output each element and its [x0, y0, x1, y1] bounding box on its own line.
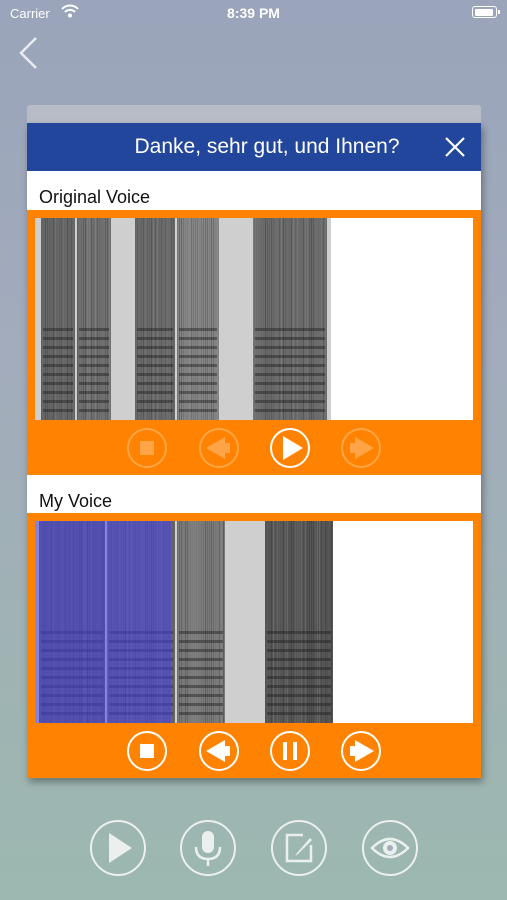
bottom-toolbar	[0, 820, 507, 880]
eye-icon	[370, 837, 410, 859]
my-voice-controls	[27, 731, 481, 771]
forward-icon	[350, 740, 374, 762]
forward-icon	[350, 437, 374, 459]
original-controls	[27, 428, 481, 468]
microphone-icon	[194, 831, 222, 866]
play-icon	[109, 833, 132, 863]
close-icon	[445, 137, 465, 157]
close-button[interactable]	[443, 135, 467, 159]
play-icon	[283, 436, 303, 460]
stop-icon	[140, 441, 154, 455]
pause-icon	[283, 742, 297, 760]
battery-icon	[472, 6, 500, 18]
dialog-header: Danke, sehr gut, und Ihnen?	[27, 123, 481, 171]
original-voice-label: Original Voice	[39, 187, 151, 207]
edit-button[interactable]	[271, 820, 327, 876]
original-forward-button[interactable]	[341, 428, 381, 468]
my-voice-forward-button[interactable]	[341, 731, 381, 771]
original-voice-panel	[27, 210, 481, 475]
original-spectrogram	[35, 218, 473, 420]
rewind-icon	[206, 437, 230, 459]
view-button[interactable]	[362, 820, 418, 876]
rewind-icon	[206, 740, 230, 762]
my-voice-panel	[27, 513, 481, 778]
stop-icon	[140, 744, 154, 758]
my-voice-stop-button[interactable]	[127, 731, 167, 771]
record-button[interactable]	[180, 820, 236, 876]
voice-compare-dialog: Danke, sehr gut, und Ihnen? Original Voi…	[27, 123, 481, 778]
my-voice-pause-button[interactable]	[270, 731, 310, 771]
my-voice-rewind-button[interactable]	[199, 731, 239, 771]
my-voice-spectrogram	[35, 521, 473, 723]
my-voice-label: My Voice	[39, 491, 113, 511]
edit-icon	[285, 833, 313, 863]
original-rewind-button[interactable]	[199, 428, 239, 468]
chevron-left-icon	[19, 37, 37, 69]
clock: 8:39 PM	[227, 5, 280, 21]
original-stop-button[interactable]	[127, 428, 167, 468]
back-button[interactable]	[14, 36, 44, 70]
status-bar: Carrier 8:39 PM	[0, 0, 507, 28]
original-play-button[interactable]	[270, 428, 310, 468]
play-button[interactable]	[90, 820, 146, 876]
dialog-title: Danke, sehr gut, und Ihnen?	[134, 135, 400, 158]
